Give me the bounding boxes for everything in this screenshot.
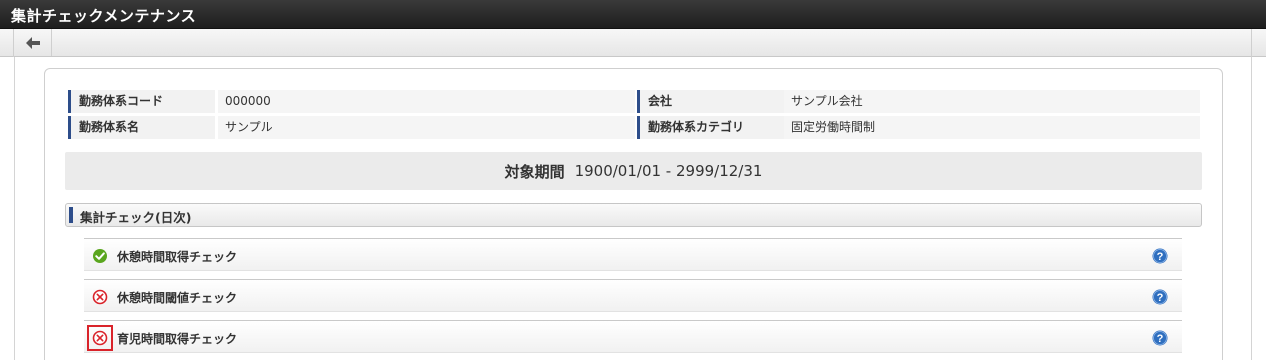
svg-text:?: ?	[1157, 251, 1164, 263]
section-title: 集計チェック(日次)	[80, 210, 192, 225]
work-name-label: 勤務体系名	[68, 116, 215, 139]
check-circle-icon	[93, 249, 107, 263]
back-button[interactable]	[14, 29, 52, 56]
toolbar	[0, 29, 1266, 57]
help-icon[interactable]: ?	[1152, 289, 1168, 305]
check-item[interactable]: 育児時間取得チェック ?	[84, 320, 1182, 353]
content-border-right	[1251, 57, 1252, 360]
svg-text:?: ?	[1157, 292, 1164, 304]
x-circle-icon	[92, 289, 108, 305]
work-name-value: サンプル	[218, 116, 635, 139]
section-header: 集計チェック(日次)	[65, 203, 1202, 227]
section-accent-bar	[69, 207, 73, 223]
check-name: 休憩時間閾値チェック	[117, 291, 238, 305]
arrow-left-icon	[25, 36, 40, 49]
check-item[interactable]: 休憩時間取得チェック ?	[84, 238, 1182, 271]
svg-text:?: ?	[1157, 333, 1164, 345]
category-value: 固定労働時間制	[784, 116, 1200, 139]
title-bar: 集計チェックメンテナンス	[0, 0, 1266, 29]
content-border-left	[14, 57, 15, 360]
check-item[interactable]: 休憩時間閾値チェック ?	[84, 279, 1182, 312]
x-circle-icon	[87, 325, 113, 351]
window-title: 集計チェックメンテナンス	[11, 7, 197, 25]
help-icon[interactable]: ?	[1152, 330, 1168, 346]
work-code-label: 勤務体系コード	[68, 90, 215, 113]
work-code-value: 000000	[218, 90, 635, 113]
period-value: 1900/01/01 - 2999/12/31	[574, 162, 763, 180]
help-icon[interactable]: ?	[1152, 248, 1168, 264]
toolbar-divider	[1251, 29, 1252, 57]
category-label: 勤務体系カテゴリ	[637, 116, 784, 139]
check-name: 休憩時間取得チェック	[117, 250, 238, 264]
target-period: 対象期間 1900/01/01 - 2999/12/31	[65, 152, 1202, 190]
company-value: サンプル会社	[784, 90, 1200, 113]
check-name: 育児時間取得チェック	[117, 332, 238, 346]
period-label: 対象期間	[504, 162, 565, 181]
company-label: 会社	[637, 90, 784, 113]
